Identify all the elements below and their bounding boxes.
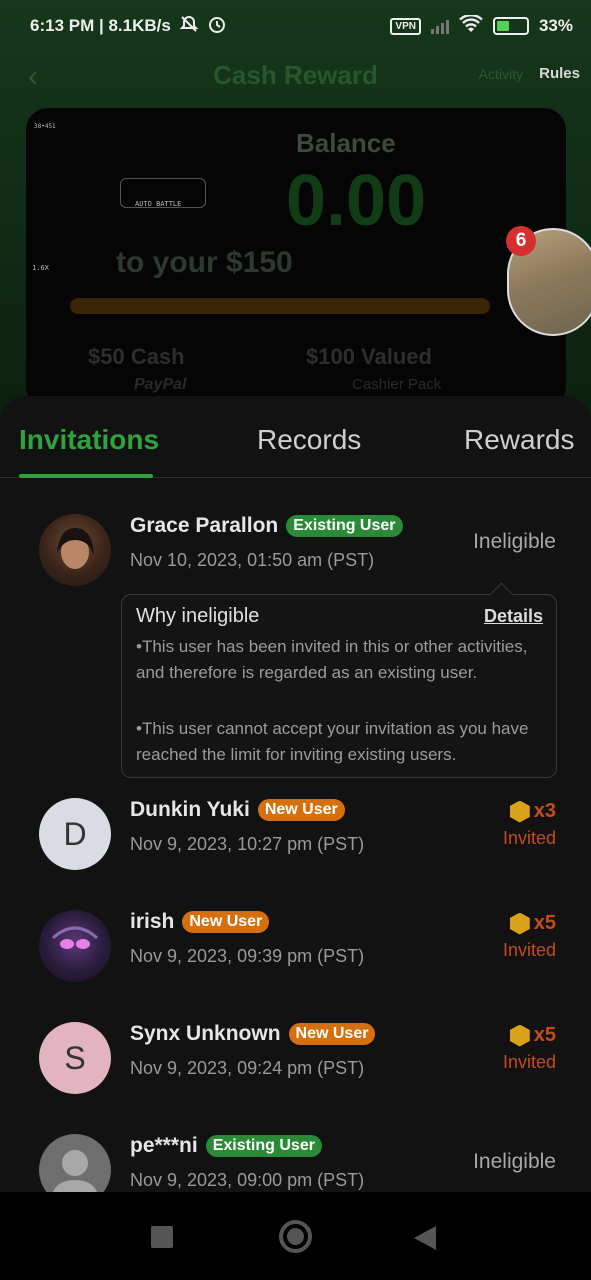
signal-icon [430, 18, 449, 34]
invitations-sheet: Invitations Records Rewards Grace Parall… [0, 396, 591, 1192]
new-user-badge: New User [182, 911, 270, 933]
invite-date: Nov 10, 2023, 01:50 am (PST) [130, 550, 375, 570]
invite-date: Nov 9, 2023, 09:39 pm (PST) [130, 946, 365, 966]
reward-count: x3 [533, 800, 556, 822]
invited-status: Invited [502, 828, 556, 848]
option-pack-sub: Cashier Pack [352, 376, 442, 393]
balance-subline: to your $150 [116, 246, 293, 279]
invitee-name: irish [130, 910, 175, 933]
option-cash-sub: PayPal [134, 376, 187, 393]
battery-icon [492, 17, 529, 35]
notification-count-badge: 6 [506, 226, 536, 256]
new-user-badge: New User [257, 799, 345, 821]
avatar: D [39, 798, 111, 870]
recents-icon[interactable] [151, 1226, 173, 1248]
avatar [39, 910, 111, 982]
tab-rewards[interactable]: Rewards [464, 424, 574, 456]
home-icon[interactable] [279, 1220, 312, 1253]
tab-bar: Invitations Records Rewards [0, 396, 591, 478]
coin-icon [509, 1024, 530, 1047]
invitee-name: pe***ni [130, 1134, 198, 1157]
name-line: Grace Parallon Existing User [130, 514, 403, 538]
default-avatar-icon [39, 1134, 111, 1192]
coin-icon [509, 800, 530, 823]
rules-link[interactable]: Rules [539, 65, 580, 82]
balance-label: Balance [296, 128, 396, 158]
ineligible-status[interactable]: Ineligible [473, 530, 556, 554]
active-tab-indicator [19, 474, 153, 478]
reward-count: x5 [533, 912, 556, 934]
existing-user-badge: Existing User [286, 515, 403, 537]
alarm-icon [207, 14, 227, 39]
invitee-name: Dunkin Yuki [130, 798, 250, 821]
avatar-initial: D [63, 815, 87, 852]
mute-icon [179, 14, 199, 39]
reward-progress-bar [70, 298, 490, 314]
details-link[interactable]: Details [484, 606, 543, 627]
invite-date: Nov 9, 2023, 09:00 pm (PST) [130, 1170, 365, 1190]
reward-amount: x3 [509, 800, 556, 823]
wifi-icon [459, 13, 483, 38]
tab-records[interactable]: Records [257, 424, 361, 456]
game-overlay-text-topleft: 38•451 [34, 123, 56, 130]
invited-status: Invited [502, 940, 556, 960]
game-overlay-label: AUTO BATTLE [135, 200, 182, 208]
balance-card: Balance 0.00 to your $150 $50 Cash PayPa… [26, 108, 566, 408]
name-line: Dunkin Yuki New User [130, 798, 345, 822]
invitee-name: Grace Parallon [130, 514, 279, 537]
name-line: pe***ni Existing User [130, 1134, 322, 1158]
invite-date: Nov 9, 2023, 09:24 pm (PST) [130, 1058, 365, 1078]
option-cash-title: $50 Cash [88, 344, 185, 369]
invitee-name: Synx Unknown [130, 1022, 281, 1045]
ineligible-tooltip: Why ineligible Details •This user has be… [121, 594, 557, 778]
avatar: S [39, 1022, 111, 1094]
name-line: irish New User [130, 910, 270, 934]
ineligible-status[interactable]: Ineligible [473, 1150, 556, 1174]
reward-amount: x5 [509, 912, 556, 935]
bg-header: ‹ Cash Reward Activity Rules [0, 52, 591, 98]
invite-date: Nov 9, 2023, 10:27 pm (PST) [130, 834, 365, 854]
reward-count: x5 [533, 1024, 556, 1046]
avatar-initial: S [64, 1039, 86, 1076]
background-cash-reward-page: ‹ Cash Reward Activity Rules Balance 0.0… [0, 0, 591, 420]
reward-amount: x5 [509, 1024, 556, 1047]
coin-icon [509, 912, 530, 935]
activity-link[interactable]: Activity [479, 66, 523, 82]
new-user-badge: New User [288, 1023, 376, 1045]
status-bar: 6:13 PM | 8.1KB/s VPN 33% [0, 0, 591, 52]
balance-amount: 0.00 [286, 161, 427, 241]
option-pack-title: $100 Valued [306, 344, 432, 369]
tooltip-title: Why ineligible [136, 605, 260, 627]
existing-user-badge: Existing User [205, 1135, 322, 1157]
battery-percent: 33% [538, 16, 573, 35]
back-triangle-icon[interactable] [414, 1226, 436, 1250]
tab-invitations[interactable]: Invitations [19, 424, 159, 456]
system-navigation-bar [0, 1192, 591, 1280]
status-time: 6:13 PM | 8.1KB/s [30, 16, 171, 35]
name-line: Synx Unknown New User [130, 1022, 376, 1046]
tooltip-reason: •This user cannot accept your invitation… [136, 719, 529, 764]
game-overlay-text-left: 1.6X [32, 264, 49, 272]
avatar [39, 514, 111, 586]
invited-status: Invited [502, 1052, 556, 1072]
tooltip-reason: •This user has been invited in this or o… [136, 637, 528, 682]
vpn-icon: VPN [390, 17, 421, 35]
